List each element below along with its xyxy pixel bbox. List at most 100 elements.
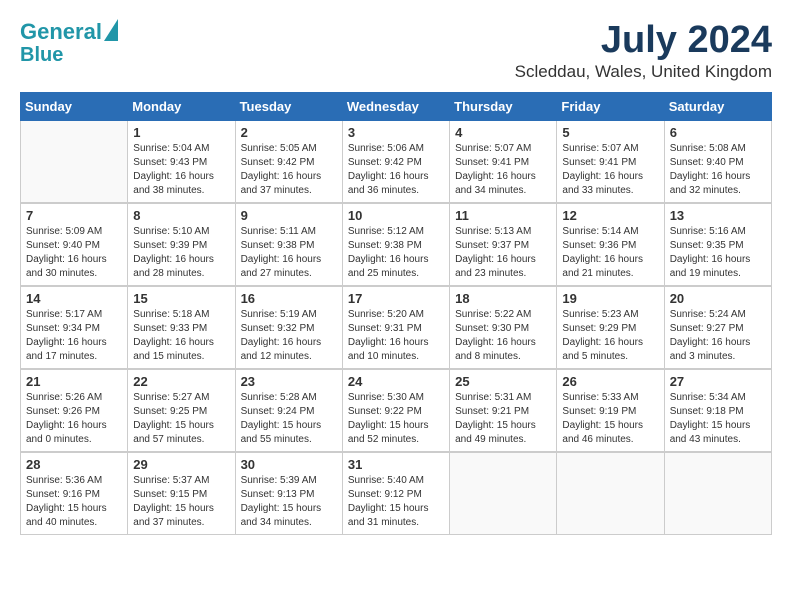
calendar-day-cell: 3Sunrise: 5:06 AM Sunset: 9:42 PM Daylig… bbox=[342, 120, 449, 203]
calendar-day-header: Tuesday bbox=[235, 92, 342, 120]
calendar-day-cell: 16 Sunrise: 5:19 AM Sunset: 9:32 PM Dayli… bbox=[235, 286, 342, 369]
day-info: Sunrise: 5:31 AM Sunset: 9:21 PM Dayligh… bbox=[455, 391, 551, 447]
calendar-day-cell: 11 Sunrise: 5:13 AM Sunset: 9:37 PM Dayli… bbox=[450, 203, 557, 286]
day-info: Sunrise: 5:36 AM Sunset: 9:16 PM Dayligh… bbox=[26, 474, 122, 530]
day-number: 1 bbox=[133, 125, 229, 140]
calendar-day-cell: 7 Sunrise: 5:09 AM Sunset: 9:40 PM Daylig… bbox=[21, 203, 128, 286]
day-info: Sunrise: 5:23 AM Sunset: 9:29 PM Dayligh… bbox=[562, 308, 658, 364]
day-info: Sunrise: 5:16 AM Sunset: 9:35 PM Dayligh… bbox=[670, 225, 766, 281]
day-number: 14 bbox=[26, 291, 122, 306]
day-info: Sunrise: 5:19 AM Sunset: 9:32 PM Dayligh… bbox=[241, 308, 337, 364]
calendar-day-cell: 14 Sunrise: 5:17 AM Sunset: 9:34 PM Dayli… bbox=[21, 286, 128, 369]
calendar-day-cell: 8 Sunrise: 5:10 AM Sunset: 9:39 PM Daylig… bbox=[128, 203, 235, 286]
day-info: Sunrise: 5:17 AM Sunset: 9:34 PM Dayligh… bbox=[26, 308, 122, 364]
day-info: Sunrise: 5:09 AM Sunset: 9:40 PM Dayligh… bbox=[26, 225, 122, 281]
day-info: Sunrise: 5:24 AM Sunset: 9:27 PM Dayligh… bbox=[670, 308, 766, 364]
day-number: 4 bbox=[455, 125, 551, 140]
calendar-day-cell: 10 Sunrise: 5:12 AM Sunset: 9:38 PM Dayli… bbox=[342, 203, 449, 286]
day-number: 8 bbox=[133, 208, 229, 223]
calendar-day-cell: 9Sunrise: 5:11 AM Sunset: 9:38 PM Daylig… bbox=[235, 203, 342, 286]
month-title: July 2024 bbox=[515, 20, 772, 62]
logo-text: General bbox=[20, 20, 102, 44]
day-number: 2 bbox=[241, 125, 337, 140]
calendar-day-cell: 18Sunrise: 5:22 AM Sunset: 9:30 PM Dayli… bbox=[450, 286, 557, 369]
day-number: 7 bbox=[26, 208, 122, 223]
calendar-day-header: Sunday bbox=[21, 92, 128, 120]
calendar-day-header: Wednesday bbox=[342, 92, 449, 120]
day-number: 17 bbox=[348, 291, 444, 306]
calendar-day-cell: 6 Sunrise: 5:08 AM Sunset: 9:40 PM Daylig… bbox=[664, 120, 771, 203]
calendar-header-row: SundayMondayTuesdayWednesdayThursdayFrid… bbox=[21, 92, 772, 120]
calendar-day-cell bbox=[664, 452, 771, 535]
calendar-day-cell: 15Sunrise: 5:18 AM Sunset: 9:33 PM Dayli… bbox=[128, 286, 235, 369]
calendar-day-header: Saturday bbox=[664, 92, 771, 120]
calendar-day-cell bbox=[21, 120, 128, 203]
day-info: Sunrise: 5:40 AM Sunset: 9:12 PM Dayligh… bbox=[348, 474, 444, 530]
calendar-day-cell: 29Sunrise: 5:37 AM Sunset: 9:15 PM Dayli… bbox=[128, 452, 235, 535]
day-number: 26 bbox=[562, 374, 658, 389]
calendar-day-cell: 17 Sunrise: 5:20 AM Sunset: 9:31 PM Dayli… bbox=[342, 286, 449, 369]
calendar-day-cell: 25 Sunrise: 5:31 AM Sunset: 9:21 PM Dayli… bbox=[450, 369, 557, 452]
calendar-day-cell: 27 Sunrise: 5:34 AM Sunset: 9:18 PM Dayli… bbox=[664, 369, 771, 452]
day-info: Sunrise: 5:13 AM Sunset: 9:37 PM Dayligh… bbox=[455, 225, 551, 281]
day-info: Sunrise: 5:10 AM Sunset: 9:39 PM Dayligh… bbox=[133, 225, 229, 281]
day-number: 11 bbox=[455, 208, 551, 223]
day-number: 22 bbox=[133, 374, 229, 389]
calendar-day-cell: 30 Sunrise: 5:39 AM Sunset: 9:13 PM Dayli… bbox=[235, 452, 342, 535]
day-number: 20 bbox=[670, 291, 766, 306]
calendar-week-row: 28Sunrise: 5:36 AM Sunset: 9:16 PM Dayli… bbox=[21, 452, 772, 535]
day-number: 10 bbox=[348, 208, 444, 223]
calendar-day-cell: 20 Sunrise: 5:24 AM Sunset: 9:27 PM Dayli… bbox=[664, 286, 771, 369]
day-info: Sunrise: 5:07 AM Sunset: 9:41 PM Dayligh… bbox=[562, 142, 658, 198]
day-number: 27 bbox=[670, 374, 766, 389]
calendar-day-cell: 21Sunrise: 5:26 AM Sunset: 9:26 PM Dayli… bbox=[21, 369, 128, 452]
calendar-day-cell: 22Sunrise: 5:27 AM Sunset: 9:25 PM Dayli… bbox=[128, 369, 235, 452]
location-text: Scleddau, Wales, United Kingdom bbox=[515, 62, 772, 82]
calendar-day-header: Thursday bbox=[450, 92, 557, 120]
day-number: 5 bbox=[562, 125, 658, 140]
calendar-week-row: 7 Sunrise: 5:09 AM Sunset: 9:40 PM Daylig… bbox=[21, 203, 772, 286]
calendar-day-cell bbox=[557, 452, 664, 535]
day-info: Sunrise: 5:22 AM Sunset: 9:30 PM Dayligh… bbox=[455, 308, 551, 364]
calendar-week-row: 1 Sunrise: 5:04 AM Sunset: 9:43 PM Daylig… bbox=[21, 120, 772, 203]
day-number: 16 bbox=[241, 291, 337, 306]
day-info: Sunrise: 5:12 AM Sunset: 9:38 PM Dayligh… bbox=[348, 225, 444, 281]
day-number: 13 bbox=[670, 208, 766, 223]
day-info: Sunrise: 5:08 AM Sunset: 9:40 PM Dayligh… bbox=[670, 142, 766, 198]
day-info: Sunrise: 5:39 AM Sunset: 9:13 PM Dayligh… bbox=[241, 474, 337, 530]
logo: General Blue bbox=[20, 20, 118, 66]
day-number: 23 bbox=[241, 374, 337, 389]
calendar-week-row: 14 Sunrise: 5:17 AM Sunset: 9:34 PM Dayli… bbox=[21, 286, 772, 369]
day-info: Sunrise: 5:26 AM Sunset: 9:26 PM Dayligh… bbox=[26, 391, 122, 447]
day-info: Sunrise: 5:34 AM Sunset: 9:18 PM Dayligh… bbox=[670, 391, 766, 447]
day-info: Sunrise: 5:06 AM Sunset: 9:42 PM Dayligh… bbox=[348, 142, 444, 198]
logo-blue-text: Blue bbox=[20, 44, 63, 66]
day-info: Sunrise: 5:20 AM Sunset: 9:31 PM Dayligh… bbox=[348, 308, 444, 364]
calendar-day-header: Friday bbox=[557, 92, 664, 120]
calendar-day-cell: 19Sunrise: 5:23 AM Sunset: 9:29 PM Dayli… bbox=[557, 286, 664, 369]
page-header: General Blue July 2024 Scleddau, Wales, … bbox=[20, 20, 772, 82]
calendar-day-cell: 4 Sunrise: 5:07 AM Sunset: 9:41 PM Daylig… bbox=[450, 120, 557, 203]
calendar-day-cell: 23 Sunrise: 5:28 AM Sunset: 9:24 PM Dayli… bbox=[235, 369, 342, 452]
calendar-day-header: Monday bbox=[128, 92, 235, 120]
day-info: Sunrise: 5:07 AM Sunset: 9:41 PM Dayligh… bbox=[455, 142, 551, 198]
day-number: 24 bbox=[348, 374, 444, 389]
day-info: Sunrise: 5:28 AM Sunset: 9:24 PM Dayligh… bbox=[241, 391, 337, 447]
day-number: 31 bbox=[348, 457, 444, 472]
day-number: 25 bbox=[455, 374, 551, 389]
day-number: 6 bbox=[670, 125, 766, 140]
day-info: Sunrise: 5:33 AM Sunset: 9:19 PM Dayligh… bbox=[562, 391, 658, 447]
calendar-day-cell: 26 Sunrise: 5:33 AM Sunset: 9:19 PM Dayli… bbox=[557, 369, 664, 452]
calendar-day-cell: 1 Sunrise: 5:04 AM Sunset: 9:43 PM Daylig… bbox=[128, 120, 235, 203]
day-info: Sunrise: 5:11 AM Sunset: 9:38 PM Dayligh… bbox=[241, 225, 337, 281]
day-info: Sunrise: 5:05 AM Sunset: 9:42 PM Dayligh… bbox=[241, 142, 337, 198]
calendar-table: SundayMondayTuesdayWednesdayThursdayFrid… bbox=[20, 92, 772, 535]
day-number: 30 bbox=[241, 457, 337, 472]
day-info: Sunrise: 5:30 AM Sunset: 9:22 PM Dayligh… bbox=[348, 391, 444, 447]
logo-triangle-icon bbox=[104, 19, 118, 41]
day-info: Sunrise: 5:04 AM Sunset: 9:43 PM Dayligh… bbox=[133, 142, 229, 198]
calendar-day-cell: 24 Sunrise: 5:30 AM Sunset: 9:22 PM Dayli… bbox=[342, 369, 449, 452]
calendar-day-cell bbox=[450, 452, 557, 535]
day-info: Sunrise: 5:18 AM Sunset: 9:33 PM Dayligh… bbox=[133, 308, 229, 364]
calendar-day-cell: 28Sunrise: 5:36 AM Sunset: 9:16 PM Dayli… bbox=[21, 452, 128, 535]
